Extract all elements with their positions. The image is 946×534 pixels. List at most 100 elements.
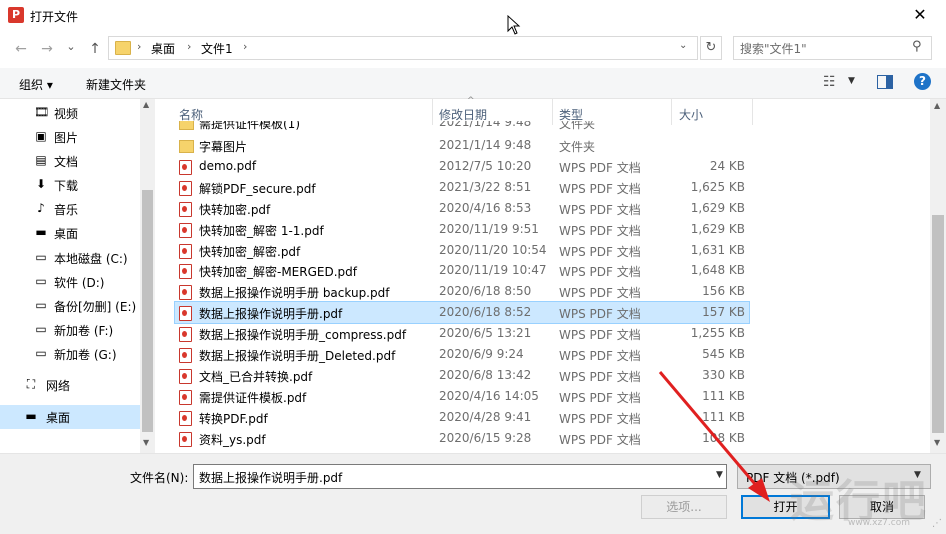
- file-row[interactable]: 快转加密.pdf 2020/4/16 8:53 WPS PDF 文档 1,629 KB: [175, 198, 749, 219]
- file-date: 2021/3/22 8:51: [439, 179, 532, 194]
- sidebar-item-label: 软件 (D:): [54, 276, 105, 290]
- wps-app-icon: P: [8, 7, 24, 23]
- sidebar-item[interactable]: ⬇ 下载: [0, 173, 140, 197]
- filename-label: 文件名(N):: [130, 471, 189, 485]
- sidebar-item[interactable]: ▣ 图片: [0, 125, 140, 149]
- file-list-scrollbar-thumb[interactable]: [932, 215, 944, 433]
- breadcrumb-separator: ›: [137, 40, 142, 53]
- address-dropdown-icon[interactable]: ⌄: [679, 40, 687, 51]
- file-size: 545 KB: [702, 347, 745, 361]
- sidebar-item[interactable]: ▭ 新加卷 (G:): [0, 342, 140, 366]
- folder-row[interactable]: 字幕图片 2021/1/14 9:48 文件夹: [175, 135, 749, 156]
- file-type: WPS PDF 文档: [559, 307, 641, 322]
- file-type: 文件夹: [559, 121, 596, 131]
- sidebar-item-icon: ▭: [35, 250, 47, 264]
- back-arrow-icon[interactable]: ←: [12, 40, 30, 58]
- file-name: 字幕图片: [199, 140, 248, 154]
- file-name: 需提供证件模板.pdf: [199, 390, 307, 405]
- sidebar-item-label: 新加卷 (G:): [54, 348, 117, 362]
- file-row[interactable]: 转换PDF.pdf 2020/4/28 9:41 WPS PDF 文档 111 KB: [175, 407, 749, 428]
- file-date: 2020/6/8 13:42: [439, 367, 532, 382]
- sidebar-item-label: 视频: [54, 107, 79, 121]
- file-row[interactable]: 快转加密_解密.pdf 2020/11/20 10:54 WPS PDF 文档 1,6…: [175, 240, 749, 261]
- file-date: 2020/11/20 10:54: [439, 242, 547, 257]
- scroll-down-arrow-icon[interactable]: ▼: [934, 438, 940, 447]
- search-input[interactable]: 搜索"文件1" ⚲: [733, 36, 932, 60]
- sidebar-item-icon: ♪: [37, 201, 45, 215]
- preview-pane-icon[interactable]: [877, 75, 893, 89]
- view-options-icon[interactable]: ☷: [823, 74, 836, 90]
- scroll-down-arrow-icon[interactable]: ▼: [143, 438, 149, 447]
- file-row[interactable]: 快转加密_解密 1-1.pdf 2020/11/19 9:51 WPS PDF 文档…: [175, 219, 749, 240]
- file-size: 156 KB: [702, 284, 745, 299]
- sidebar-item[interactable]: ▭ 新加卷 (F:): [0, 318, 140, 342]
- file-size: 1,648 KB: [690, 263, 745, 278]
- file-row[interactable]: 数据上报操作说明手册 backup.pdf 2020/6/18 8:50 WPS P…: [175, 281, 749, 302]
- file-row[interactable]: 解锁PDF_secure.pdf 2021/3/22 8:51 WPS PDF 文档…: [175, 177, 749, 198]
- new-folder-button[interactable]: 新建文件夹: [86, 76, 146, 93]
- resize-grip-icon[interactable]: ⋰: [932, 518, 942, 529]
- sidebar-item-icon: ⛶: [26, 377, 36, 391]
- breadcrumb-separator: ›: [187, 40, 192, 53]
- options-button[interactable]: 选项...: [641, 495, 727, 519]
- search-icon[interactable]: ⚲: [912, 39, 922, 54]
- sidebar-item-label: 网络: [46, 379, 71, 393]
- filename-dropdown-icon[interactable]: ▼: [716, 470, 723, 480]
- file-row[interactable]: 文档_已合并转换.pdf 2020/6/8 13:42 WPS PDF 文档 330 …: [175, 365, 749, 386]
- file-size: 1,625 KB: [690, 179, 745, 194]
- pdf-file-icon: [179, 410, 192, 426]
- file-type: WPS PDF 文档: [559, 202, 641, 217]
- file-name: demo.pdf: [199, 158, 257, 173]
- file-row[interactable]: 快转加密_解密-MERGED.pdf 2020/11/19 10:47 WPS PD…: [175, 260, 749, 281]
- pdf-file-icon: [179, 159, 192, 175]
- sidebar-item[interactable]: ⛶ 网络: [0, 373, 140, 397]
- file-row[interactable]: 资料_ys.pdf 2020/6/15 9:28 WPS PDF 文档 108 KB: [175, 428, 749, 449]
- file-row-partial[interactable]: 需提供证件模板(1) 2021/1/14 9:48 文件夹: [175, 121, 749, 133]
- file-row[interactable]: demo.pdf 2012/7/5 10:20 WPS PDF 文档 24 KB: [175, 156, 749, 177]
- file-name: 文档_已合并转换.pdf: [199, 369, 313, 384]
- sidebar-scrollbar-thumb[interactable]: [142, 190, 153, 432]
- file-date: 2020/4/16 8:53: [439, 200, 532, 215]
- recent-locations-dropdown-icon[interactable]: ⌄: [62, 38, 80, 56]
- forward-arrow-icon[interactable]: →: [38, 40, 56, 58]
- sidebar-item[interactable]: ▬ 桌面: [0, 221, 140, 245]
- file-row[interactable]: 需提供证件模板.pdf 2020/4/16 14:05 WPS PDF 文档 111 …: [175, 386, 749, 407]
- refresh-icon[interactable]: ↻: [700, 36, 722, 60]
- file-size: 111 KB: [702, 388, 745, 403]
- file-row[interactable]: 数据上报操作说明手册_compress.pdf 2020/6/5 13:21 WPS…: [175, 323, 749, 344]
- file-date: 2020/6/18 8:50: [439, 284, 532, 299]
- sidebar-item[interactable]: ▭ 软件 (D:): [0, 270, 140, 294]
- scroll-up-arrow-icon[interactable]: ▲: [143, 100, 149, 109]
- address-bar[interactable]: › 桌面 › 文件1 › ⌄: [108, 36, 698, 60]
- up-folder-icon[interactable]: ↑: [86, 40, 104, 58]
- file-date: 2020/6/18 8:52: [439, 305, 532, 320]
- file-row[interactable]: 数据上报操作说明手册.pdf 2020/6/18 8:52 WPS PDF 文档 15…: [174, 301, 750, 325]
- filename-input[interactable]: 数据上报操作说明手册.pdf: [193, 464, 727, 489]
- help-icon[interactable]: ?: [914, 73, 931, 90]
- file-size: 24 KB: [709, 158, 745, 173]
- file-type: 文件夹: [559, 140, 596, 154]
- scroll-up-arrow-icon[interactable]: ▲: [934, 101, 940, 110]
- file-name: 数据上报操作说明手册.pdf: [199, 307, 343, 322]
- sidebar-item[interactable]: ▤ 文档: [0, 149, 140, 173]
- sidebar-item-label: 下载: [54, 179, 79, 193]
- file-size: 111 KB: [702, 409, 745, 424]
- breadcrumb-folder[interactable]: 文件1: [201, 40, 233, 57]
- sidebar-item[interactable]: 🎞 视频: [0, 101, 140, 125]
- file-type: WPS PDF 文档: [559, 328, 641, 343]
- sidebar-item[interactable]: ♪ 音乐: [0, 197, 140, 221]
- breadcrumb-desktop[interactable]: 桌面: [151, 40, 175, 57]
- file-row[interactable]: 数据上报操作说明手册_Deleted.pdf 2020/6/9 9:24 WPS P…: [175, 344, 749, 365]
- file-date: 2020/6/15 9:28: [439, 430, 532, 445]
- sidebar-item[interactable]: ▭ 本地磁盘 (C:): [0, 246, 140, 270]
- column-divider[interactable]: [752, 99, 753, 125]
- close-button[interactable]: ✕: [906, 4, 934, 26]
- file-date: 2021/1/14 9:48: [439, 121, 532, 129]
- organize-menu-button[interactable]: 组织 ▾: [19, 76, 53, 93]
- pdf-file-icon: [179, 431, 192, 447]
- view-dropdown-icon[interactable]: ▼: [848, 76, 855, 86]
- sidebar-item[interactable]: ▭ 备份[勿删] (E:): [0, 294, 140, 318]
- sidebar-item[interactable]: ▬ 桌面: [0, 405, 140, 429]
- file-date: 2020/4/28 9:41: [439, 409, 532, 424]
- title-bar: P 打开文件 ✕: [0, 0, 946, 32]
